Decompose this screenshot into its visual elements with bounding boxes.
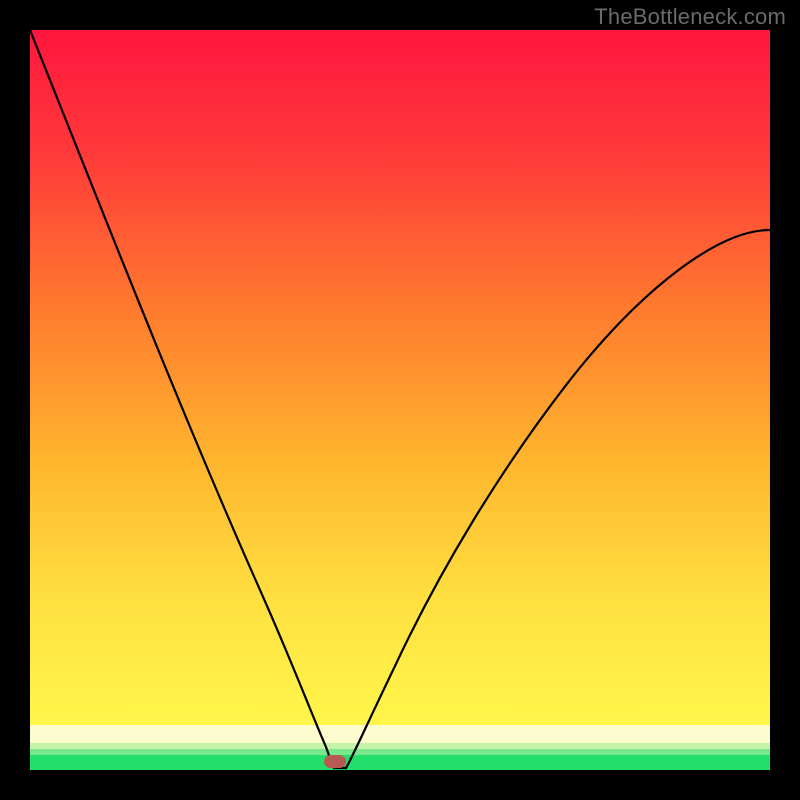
bottleneck-chart [30, 30, 770, 770]
band-palegreen [30, 743, 770, 749]
watermark-text: TheBottleneck.com [594, 4, 786, 30]
band-paleyellow [30, 725, 770, 743]
gradient-background [30, 30, 770, 725]
band-green [30, 755, 770, 770]
chart-svg [30, 30, 770, 770]
chart-frame: TheBottleneck.com [0, 0, 800, 800]
optimum-marker [324, 755, 346, 768]
band-midgreen [30, 749, 770, 755]
